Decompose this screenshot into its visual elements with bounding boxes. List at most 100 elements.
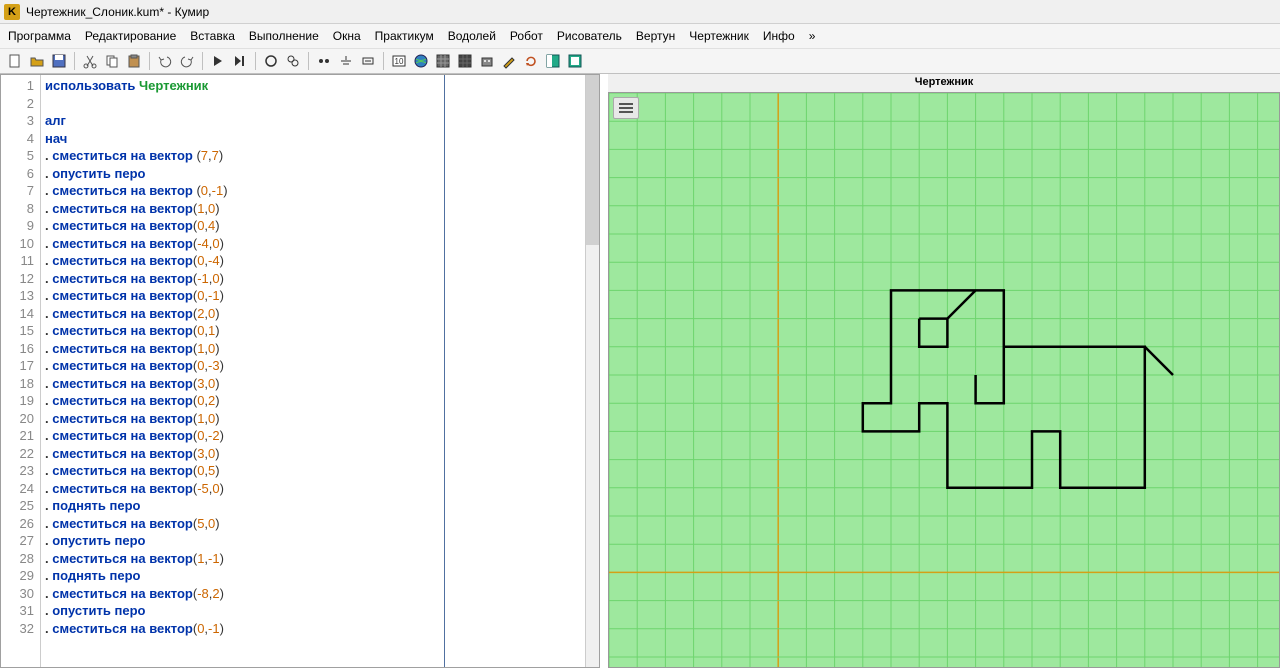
canvas-menu-button[interactable] [613, 97, 639, 119]
grid2-icon[interactable] [456, 52, 474, 70]
toolbar-separator [202, 52, 203, 70]
code-line[interactable]: . сместиться на вектор(0,4) [45, 217, 581, 235]
menu-item-вставка[interactable]: Вставка [190, 29, 235, 43]
code-line[interactable]: . опустить перо [45, 165, 581, 183]
scroll-thumb[interactable] [586, 75, 599, 245]
copy-icon[interactable] [103, 52, 121, 70]
grid1-icon[interactable] [434, 52, 452, 70]
menu-item-окна[interactable]: Окна [333, 29, 361, 43]
code-line[interactable] [45, 95, 581, 113]
robot-icon[interactable] [478, 52, 496, 70]
menu-item-»[interactable]: » [809, 29, 816, 43]
code-line[interactable]: . сместиться на вектор(3,0) [45, 375, 581, 393]
open-file-icon[interactable] [28, 52, 46, 70]
code-line[interactable]: . сместиться на вектор(2,0) [45, 305, 581, 323]
code-line[interactable]: . сместиться на вектор(-5,0) [45, 480, 581, 498]
debug1-icon[interactable] [315, 52, 333, 70]
line-number: 14 [1, 305, 34, 323]
line-number: 1 [1, 77, 34, 95]
new-file-icon[interactable] [6, 52, 24, 70]
vertical-scrollbar[interactable] [585, 75, 599, 667]
code-line[interactable]: . сместиться на вектор(0,-4) [45, 252, 581, 270]
menu-item-робот[interactable]: Робот [510, 29, 543, 43]
paste-icon[interactable] [125, 52, 143, 70]
line-number: 26 [1, 515, 34, 533]
line-number: 11 [1, 252, 34, 270]
panel2-icon[interactable] [566, 52, 584, 70]
code-line[interactable]: . сместиться на вектор(1,-1) [45, 550, 581, 568]
line-number: 4 [1, 130, 34, 148]
window-title: Чертежник_Слоник.kum* - Кумир [26, 5, 209, 19]
menu-bar: Программа Редактирование Вставка Выполнение… [0, 24, 1280, 48]
code-line[interactable]: . сместиться на вектор(0,5) [45, 462, 581, 480]
menu-item-чертежник[interactable]: Чертежник [689, 29, 749, 43]
menu-item-выполнение[interactable]: Выполнение [249, 29, 319, 43]
code-line[interactable]: . сместиться на вектор (0,-1) [45, 182, 581, 200]
line-number: 5 [1, 147, 34, 165]
code-line[interactable]: . сместиться на вектор (7,7) [45, 147, 581, 165]
code-line[interactable]: нач [45, 130, 581, 148]
save-file-icon[interactable] [50, 52, 68, 70]
code-line[interactable]: . сместиться на вектор(5,0) [45, 515, 581, 533]
grid-background [609, 93, 1279, 667]
menu-item-редактирование[interactable]: Редактирование [85, 29, 176, 43]
app-icon: K [4, 4, 20, 20]
run-icon[interactable] [209, 52, 227, 70]
menu-item-инфо[interactable]: Инфо [763, 29, 795, 43]
code-line[interactable]: . сместиться на вектор(0,-3) [45, 357, 581, 375]
canvas-title: Чертежник [608, 74, 1280, 92]
debug3-icon[interactable] [359, 52, 377, 70]
code-line[interactable]: использовать Чертежник [45, 77, 581, 95]
menu-item-практикум[interactable]: Практикум [375, 29, 434, 43]
code-line[interactable]: . сместиться на вектор(0,-1) [45, 287, 581, 305]
menu-item-вертун[interactable]: Вертун [636, 29, 675, 43]
line-number: 31 [1, 602, 34, 620]
debug2-icon[interactable] [337, 52, 355, 70]
line-number: 6 [1, 165, 34, 183]
globe-icon[interactable] [412, 52, 430, 70]
code-line[interactable]: . сместиться на вектор(0,-2) [45, 427, 581, 445]
cut-icon[interactable] [81, 52, 99, 70]
canvas-panel: Чертежник [608, 74, 1280, 668]
code-line[interactable]: . поднять перо [45, 497, 581, 515]
menu-item-рисователь[interactable]: Рисователь [557, 29, 622, 43]
code-line[interactable]: . сместиться на вектор(3,0) [45, 445, 581, 463]
code-line[interactable]: . сместиться на вектор(-8,2) [45, 585, 581, 603]
code-editor[interactable]: использовать Чертежник алгнач. сместитьс… [41, 75, 585, 667]
code-line[interactable]: . сместиться на вектор(-4,0) [45, 235, 581, 253]
line-number: 12 [1, 270, 34, 288]
code-line[interactable]: алг [45, 112, 581, 130]
code-line[interactable]: . опустить перо [45, 532, 581, 550]
menu-item-водолей[interactable]: Водолей [448, 29, 496, 43]
panel1-icon[interactable] [544, 52, 562, 70]
line-number: 20 [1, 410, 34, 428]
paint-icon[interactable] [500, 52, 518, 70]
rotate-icon[interactable] [522, 52, 540, 70]
hamburger-icon [619, 107, 633, 109]
code-line[interactable]: . сместиться на вектор(1,0) [45, 340, 581, 358]
code-line[interactable]: . сместиться на вектор(1,0) [45, 200, 581, 218]
stop-icon[interactable] [262, 52, 280, 70]
line-number: 19 [1, 392, 34, 410]
code-line[interactable]: . опустить перо [45, 602, 581, 620]
line-number: 29 [1, 567, 34, 585]
code-line[interactable]: . сместиться на вектор(0,-1) [45, 620, 581, 638]
toolbar-separator [74, 52, 75, 70]
code-line[interactable]: . сместиться на вектор(1,0) [45, 410, 581, 428]
code-line[interactable]: . поднять перо [45, 567, 581, 585]
menu-item-программа[interactable]: Программа [8, 29, 71, 43]
grid-svg [609, 93, 1279, 667]
editor-margin-line [444, 75, 445, 667]
redo-icon[interactable] [178, 52, 196, 70]
code-line[interactable]: . сместиться на вектор(0,2) [45, 392, 581, 410]
code-line[interactable]: . сместиться на вектор(0,1) [45, 322, 581, 340]
canvas-area[interactable] [608, 92, 1280, 668]
window-icon[interactable]: 10 [390, 52, 408, 70]
stop-all-icon[interactable] [284, 52, 302, 70]
step-icon[interactable] [231, 52, 249, 70]
code-line[interactable]: . сместиться на вектор(-1,0) [45, 270, 581, 288]
undo-icon[interactable] [156, 52, 174, 70]
line-number: 32 [1, 620, 34, 638]
line-number: 13 [1, 287, 34, 305]
line-number: 24 [1, 480, 34, 498]
